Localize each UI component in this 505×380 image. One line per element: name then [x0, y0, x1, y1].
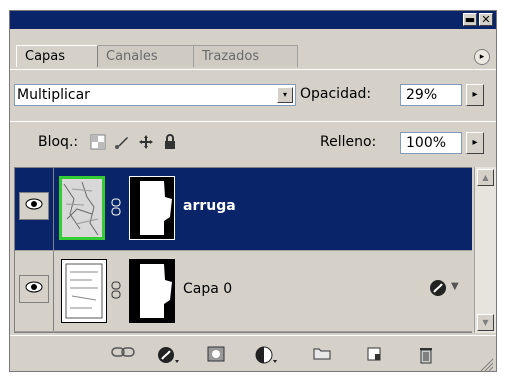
- eye-icon[interactable]: [19, 192, 49, 220]
- chain-link-icon[interactable]: [111, 198, 121, 216]
- layer-row-arruga[interactable]: arruga: [15, 168, 472, 250]
- tab-canales[interactable]: Canales: [98, 45, 194, 67]
- close-button[interactable]: ✕: [479, 13, 493, 26]
- lock-label: Bloq.:: [38, 134, 79, 150]
- palette-bottom-toolbar: [10, 335, 496, 374]
- opacity-label: Opacidad:: [300, 86, 372, 102]
- layer-name[interactable]: arruga: [183, 198, 236, 214]
- palette-menu-icon: ▸: [479, 52, 485, 62]
- palette-titlebar: ▬ ✕: [10, 11, 496, 29]
- new-layer-icon[interactable]: [364, 346, 384, 362]
- blend-opacity-row: Multiplicar ▾ Opacidad: 29% ▸: [10, 69, 496, 122]
- blend-mode-select[interactable]: Multiplicar ▾: [14, 84, 296, 106]
- opacity-slider-button[interactable]: ▸: [466, 84, 484, 106]
- minimize-button[interactable]: ▬: [463, 13, 477, 26]
- layer-effects-icon[interactable]: [429, 279, 447, 297]
- layer-thumbnail[interactable]: [59, 176, 105, 240]
- chain-link-icon[interactable]: [111, 281, 121, 299]
- lock-transparency-icon[interactable]: [90, 134, 106, 150]
- layer-mask-thumbnail[interactable]: [129, 259, 175, 323]
- trash-icon[interactable]: [416, 346, 436, 364]
- fill-slider-button[interactable]: ▸: [466, 132, 484, 154]
- folder-icon[interactable]: [312, 346, 332, 362]
- layer-style-icon[interactable]: [156, 346, 182, 363]
- scroll-up-button[interactable]: ▲: [477, 169, 494, 186]
- opacity-input[interactable]: 29%: [400, 84, 462, 106]
- palette-menu-button[interactable]: ▸: [474, 49, 490, 65]
- fill-label: Relleno:: [320, 134, 377, 150]
- resize-grip-icon[interactable]: [480, 358, 494, 372]
- lock-brush-icon[interactable]: [114, 134, 130, 150]
- tab-capas[interactable]: Capas: [16, 45, 98, 67]
- lock-all-icon[interactable]: [162, 134, 178, 150]
- layer-name[interactable]: Capa 0: [183, 281, 232, 297]
- palette-tabs: Capas Canales Trazados ▸: [10, 29, 496, 69]
- eye-icon[interactable]: [19, 275, 49, 303]
- layers-scrollbar[interactable]: ▲ ▼: [474, 167, 496, 333]
- chevron-down-icon[interactable]: ▾: [277, 87, 293, 103]
- layers-list: arruga Capa 0 ▼: [14, 167, 472, 333]
- link-layers-icon[interactable]: [110, 346, 136, 362]
- lock-fill-row: Bloq.: Relleno: 100% ▸: [10, 121, 496, 168]
- blend-mode-value: Multiplicar: [17, 87, 90, 103]
- layers-palette: ▬ ✕ Capas Canales Trazados ▸ Multiplicar…: [9, 10, 497, 372]
- layer-thumbnail[interactable]: [61, 259, 107, 323]
- adjustment-layer-icon[interactable]: [254, 346, 280, 364]
- lock-move-icon[interactable]: [138, 134, 154, 150]
- layer-row-capa-0[interactable]: Capa 0 ▼: [15, 250, 472, 332]
- expand-effects-icon[interactable]: ▼: [451, 281, 459, 292]
- fill-input[interactable]: 100%: [400, 132, 462, 154]
- tab-trazados[interactable]: Trazados: [194, 45, 298, 67]
- layer-mask-thumbnail[interactable]: [129, 176, 175, 240]
- scroll-down-button[interactable]: ▼: [477, 314, 494, 331]
- add-mask-icon[interactable]: [206, 346, 226, 362]
- layer-divider: [53, 168, 54, 250]
- layer-divider: [53, 251, 54, 331]
